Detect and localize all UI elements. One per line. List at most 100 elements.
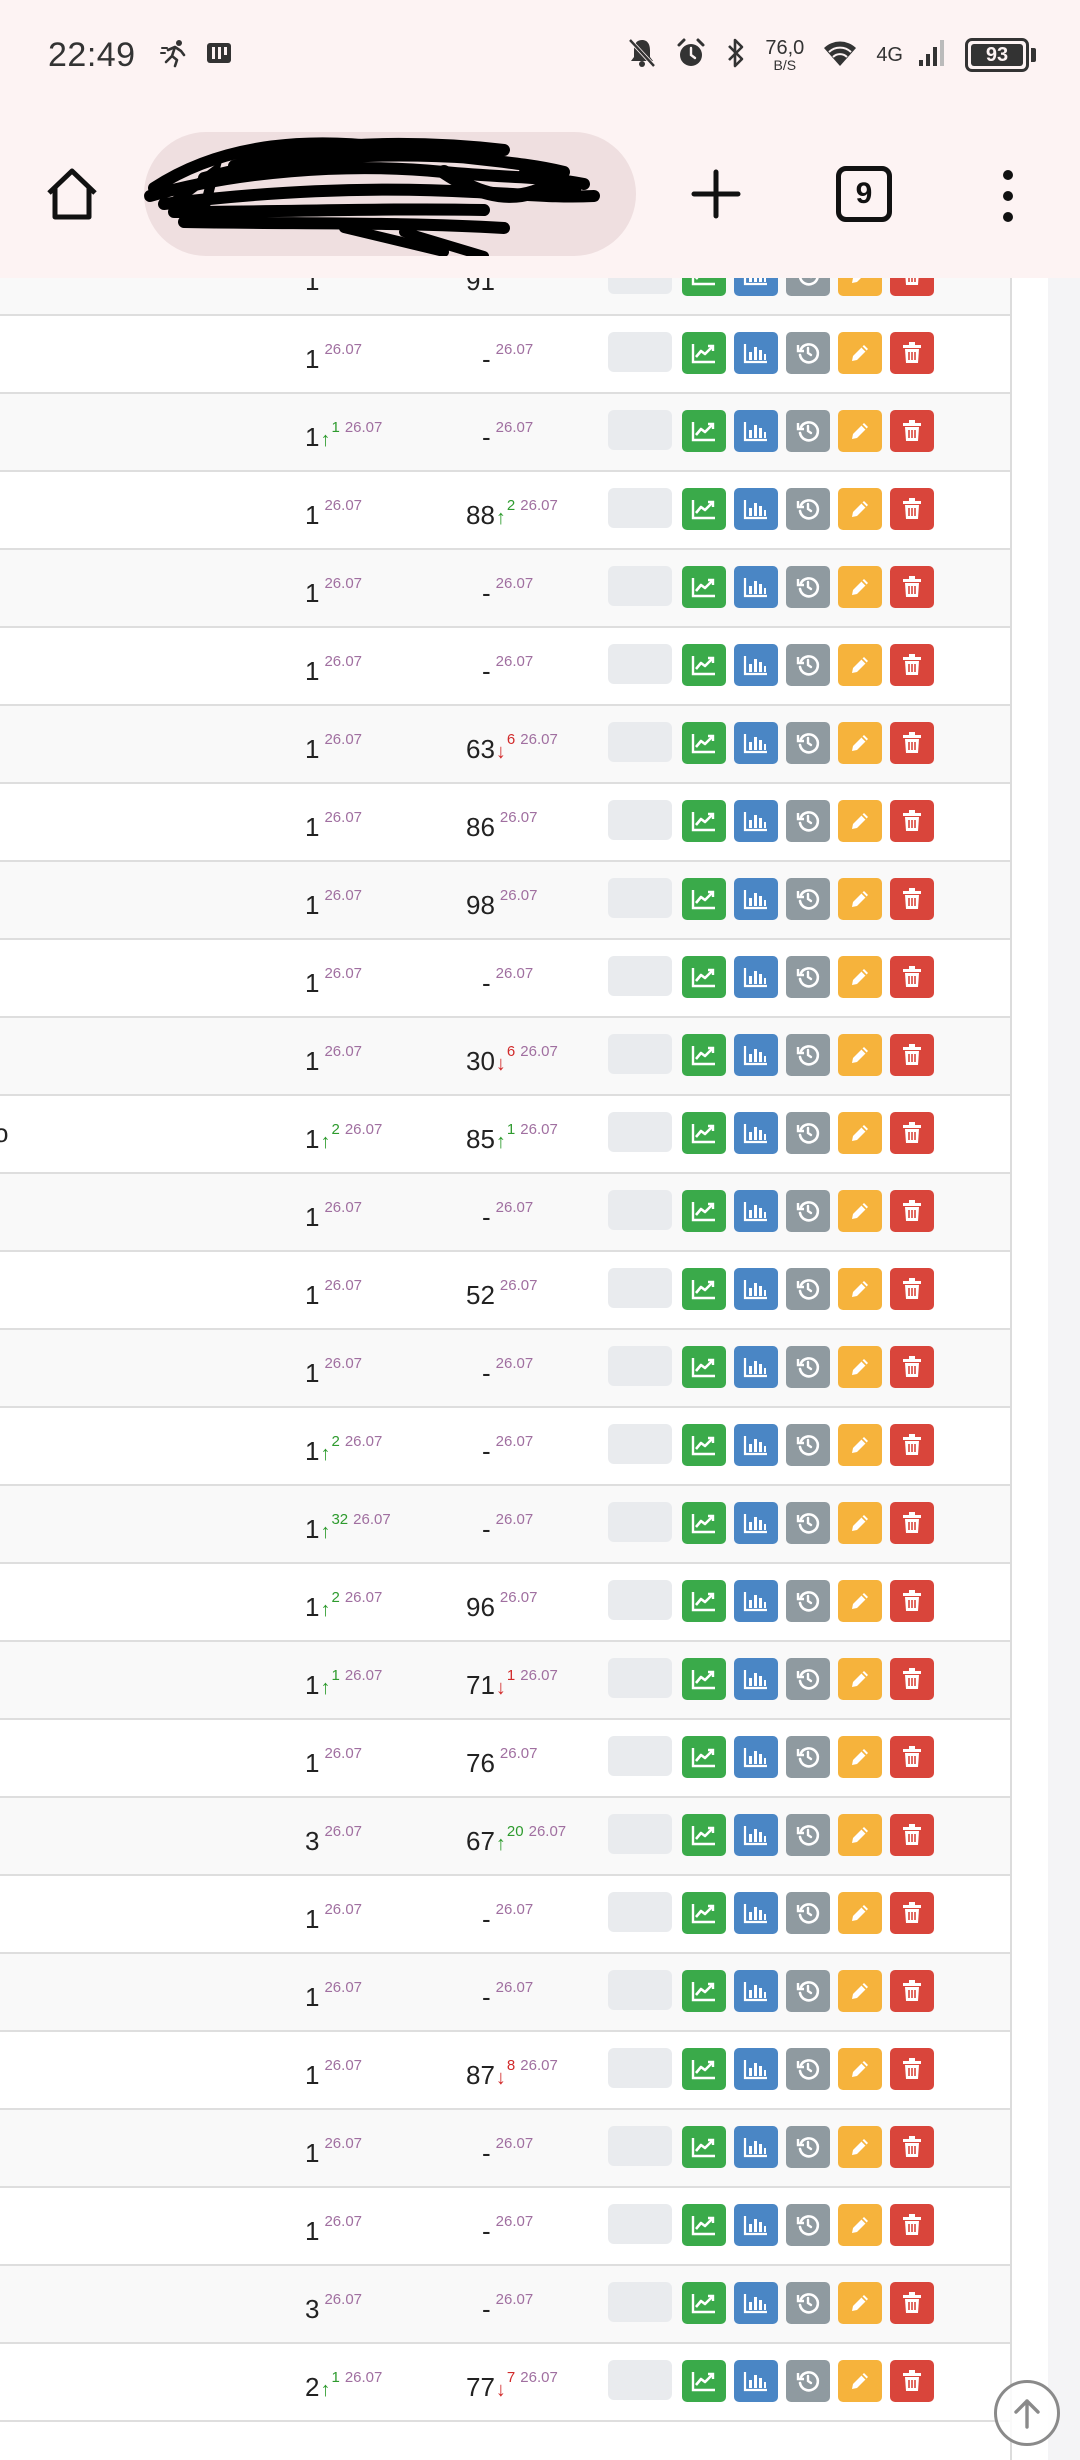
row-select-box[interactable]	[608, 1970, 672, 2010]
stats-button[interactable]	[734, 1034, 778, 1076]
row-select-box[interactable]	[608, 722, 672, 762]
history-button[interactable]	[786, 1424, 830, 1466]
row-select-box[interactable]	[608, 644, 672, 684]
history-button[interactable]	[786, 1580, 830, 1622]
chart-button[interactable]	[682, 1268, 726, 1310]
delete-button[interactable]	[890, 2126, 934, 2168]
stats-button[interactable]	[734, 1658, 778, 1700]
chart-button[interactable]	[682, 722, 726, 764]
row-select-box[interactable]	[608, 410, 672, 450]
history-button[interactable]	[786, 2282, 830, 2324]
stats-button[interactable]	[734, 1814, 778, 1856]
row-select-box[interactable]	[608, 2126, 672, 2166]
delete-button[interactable]	[890, 1892, 934, 1934]
history-button[interactable]	[786, 722, 830, 764]
chart-button[interactable]	[682, 956, 726, 998]
edit-button[interactable]	[838, 800, 882, 842]
delete-button[interactable]	[890, 1736, 934, 1778]
row-select-box[interactable]	[608, 2360, 672, 2400]
stats-button[interactable]	[734, 488, 778, 530]
chart-button[interactable]	[682, 1346, 726, 1388]
stats-button[interactable]	[734, 1268, 778, 1310]
row-select-box[interactable]	[608, 2048, 672, 2088]
chart-button[interactable]	[682, 1970, 726, 2012]
stats-button[interactable]	[734, 1424, 778, 1466]
history-button[interactable]	[786, 644, 830, 686]
row-select-box[interactable]	[608, 1814, 672, 1854]
row-select-box[interactable]	[608, 1034, 672, 1074]
stats-button[interactable]	[734, 410, 778, 452]
stats-button[interactable]	[734, 1892, 778, 1934]
stats-button[interactable]	[734, 278, 778, 296]
history-button[interactable]	[786, 1502, 830, 1544]
delete-button[interactable]	[890, 1970, 934, 2012]
history-button[interactable]	[786, 1736, 830, 1778]
delete-button[interactable]	[890, 1814, 934, 1856]
chart-button[interactable]	[682, 1658, 726, 1700]
stats-button[interactable]	[734, 2204, 778, 2246]
delete-button[interactable]	[890, 1268, 934, 1310]
chart-button[interactable]	[682, 1190, 726, 1232]
delete-button[interactable]	[890, 1112, 934, 1154]
row-select-box[interactable]	[608, 566, 672, 606]
stats-button[interactable]	[734, 722, 778, 764]
row-select-box[interactable]	[608, 1580, 672, 1620]
chart-button[interactable]	[682, 1424, 726, 1466]
history-button[interactable]	[786, 410, 830, 452]
row-select-box[interactable]	[608, 2282, 672, 2322]
edit-button[interactable]	[838, 722, 882, 764]
delete-button[interactable]	[890, 1346, 934, 1388]
history-button[interactable]	[786, 800, 830, 842]
history-button[interactable]	[786, 1346, 830, 1388]
delete-button[interactable]	[890, 1424, 934, 1466]
row-select-box[interactable]	[608, 1736, 672, 1776]
chart-button[interactable]	[682, 2126, 726, 2168]
edit-button[interactable]	[838, 488, 882, 530]
history-button[interactable]	[786, 1112, 830, 1154]
history-button[interactable]	[786, 332, 830, 374]
row-select-box[interactable]	[608, 1424, 672, 1464]
history-button[interactable]	[786, 2126, 830, 2168]
history-button[interactable]	[786, 278, 830, 296]
edit-button[interactable]	[838, 1736, 882, 1778]
delete-button[interactable]	[890, 566, 934, 608]
history-button[interactable]	[786, 1970, 830, 2012]
edit-button[interactable]	[838, 1346, 882, 1388]
stats-button[interactable]	[734, 1736, 778, 1778]
delete-button[interactable]	[890, 1502, 934, 1544]
stats-button[interactable]	[734, 2360, 778, 2402]
row-select-box[interactable]	[608, 800, 672, 840]
chart-button[interactable]	[682, 2204, 726, 2246]
edit-button[interactable]	[838, 1970, 882, 2012]
home-button[interactable]	[40, 162, 104, 226]
history-button[interactable]	[786, 566, 830, 608]
edit-button[interactable]	[838, 2204, 882, 2246]
history-button[interactable]	[786, 2204, 830, 2246]
chart-button[interactable]	[682, 1736, 726, 1778]
edit-button[interactable]	[838, 2282, 882, 2324]
edit-button[interactable]	[838, 1268, 882, 1310]
chart-button[interactable]	[682, 410, 726, 452]
edit-button[interactable]	[838, 1892, 882, 1934]
edit-button[interactable]	[838, 1034, 882, 1076]
delete-button[interactable]	[890, 878, 934, 920]
stats-button[interactable]	[734, 2048, 778, 2090]
stats-button[interactable]	[734, 2282, 778, 2324]
edit-button[interactable]	[838, 332, 882, 374]
row-select-box[interactable]	[608, 1268, 672, 1308]
history-button[interactable]	[786, 956, 830, 998]
edit-button[interactable]	[838, 2048, 882, 2090]
edit-button[interactable]	[838, 956, 882, 998]
chart-button[interactable]	[682, 278, 726, 296]
stats-button[interactable]	[734, 956, 778, 998]
chart-button[interactable]	[682, 878, 726, 920]
history-button[interactable]	[786, 2048, 830, 2090]
row-select-box[interactable]	[608, 1346, 672, 1386]
stats-button[interactable]	[734, 1502, 778, 1544]
stats-button[interactable]	[734, 1580, 778, 1622]
stats-button[interactable]	[734, 878, 778, 920]
stats-button[interactable]	[734, 644, 778, 686]
delete-button[interactable]	[890, 278, 934, 296]
row-select-box[interactable]	[608, 1658, 672, 1698]
history-button[interactable]	[786, 1814, 830, 1856]
